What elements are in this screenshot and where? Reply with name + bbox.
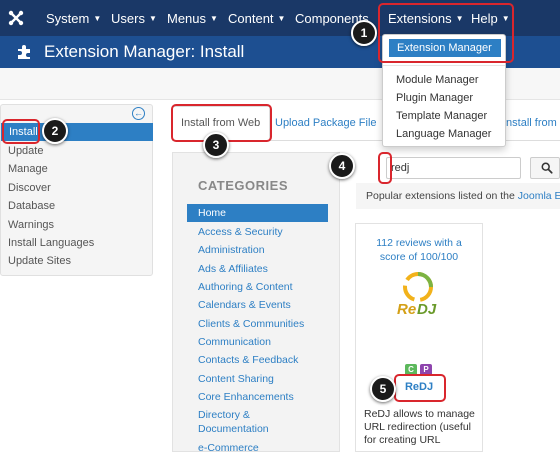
desc-line3: for creating URL: [364, 434, 441, 446]
reviews-line2: score of 100/100: [379, 251, 459, 263]
caret-down-icon: ▼: [277, 14, 286, 23]
callout-4: 4: [329, 153, 355, 179]
sidebar-item-warnings[interactable]: Warnings: [8, 219, 54, 231]
category-content-sharing[interactable]: Content Sharing: [198, 373, 274, 385]
menu-item-template-manager[interactable]: Template Manager: [396, 110, 487, 122]
popular-text: Popular extensions listed on the Joomla …: [366, 190, 560, 202]
joomla-logo-icon[interactable]: [7, 9, 25, 27]
category-ads-affiliates[interactable]: Ads & Affiliates: [198, 263, 268, 275]
sidebar-item-install-languages[interactable]: Install Languages: [8, 237, 94, 249]
nav-users-label: Users: [111, 11, 145, 26]
highlight-search-input: [378, 152, 392, 184]
category-directory-line2[interactable]: Documentation: [198, 423, 269, 435]
search-input[interactable]: [386, 157, 521, 179]
menu-item-language-manager[interactable]: Language Manager: [396, 128, 491, 140]
extension-description: ReDJ allows to manage URL redirection (u…: [364, 408, 480, 447]
sidebar-item-discover[interactable]: Discover: [8, 182, 51, 194]
search-button[interactable]: [530, 157, 560, 179]
popular-text-label: Popular extensions listed on the: [366, 190, 518, 202]
puzzle-icon: [18, 45, 30, 59]
category-ecommerce[interactable]: e-Commerce: [198, 442, 259, 452]
highlight-extension-name: [394, 374, 446, 402]
menu-item-plugin-manager[interactable]: Plugin Manager: [396, 92, 473, 104]
category-core-enhancements[interactable]: Core Enhancements: [198, 391, 294, 403]
reviews-line1: 112 reviews with a: [376, 237, 462, 249]
nav-menus-label: Menus: [167, 11, 207, 26]
tab-upload-package-file[interactable]: Upload Package File: [275, 117, 377, 129]
category-authoring-content[interactable]: Authoring & Content: [198, 281, 293, 293]
category-directory-line1[interactable]: Directory &: [198, 409, 250, 421]
callout-3: 3: [203, 132, 229, 158]
search-icon: [541, 162, 553, 174]
nav-users[interactable]: Users ▼: [111, 11, 157, 26]
category-clients-communities[interactable]: Clients & Communities: [198, 318, 304, 330]
caret-down-icon: ▼: [93, 14, 102, 23]
redj-logo[interactable]: Re DJ: [392, 270, 444, 318]
callout-1: 1: [351, 20, 377, 46]
category-contacts-feedback[interactable]: Contacts & Feedback: [198, 354, 298, 366]
tab-install-from-url[interactable]: Install from U: [503, 117, 560, 129]
sidebar-item-database[interactable]: Database: [8, 200, 55, 212]
sidebar-item-manage[interactable]: Manage: [8, 163, 48, 175]
sidebar-item-update[interactable]: Update: [8, 145, 43, 157]
nav-menus[interactable]: Menus ▼: [167, 11, 218, 26]
callout-2: 2: [42, 118, 68, 144]
desc-line2: URL redirection (useful: [364, 421, 471, 433]
nav-content-label: Content: [228, 11, 274, 26]
sidebar-item-update-sites[interactable]: Update Sites: [8, 255, 71, 267]
popular-extensions-bar: Popular extensions listed on the Joomla …: [356, 183, 560, 209]
logo-text-dj: DJ: [417, 301, 437, 318]
menu-item-module-manager[interactable]: Module Manager: [396, 74, 479, 86]
highlight-extensions-menu: [378, 3, 514, 63]
caret-down-icon: ▼: [148, 14, 157, 23]
callout-5: 5: [370, 376, 396, 402]
menu-divider: [383, 65, 505, 66]
category-calendars-events[interactable]: Calendars & Events: [198, 299, 291, 311]
nav-system-label: System: [46, 11, 90, 26]
nav-content[interactable]: Content ▼: [228, 11, 285, 26]
category-home[interactable]: Home: [187, 204, 328, 222]
logo-text-re: Re: [397, 301, 416, 318]
page-title: Extension Manager: Install: [44, 42, 245, 61]
collapse-arrow-icon[interactable]: ←: [132, 107, 145, 120]
nav-system[interactable]: System ▼: [46, 11, 101, 26]
popular-link[interactable]: Joomla Ext: [518, 190, 560, 202]
highlight-install: [2, 119, 40, 144]
extension-reviews[interactable]: 112 reviews with a score of 100/100: [355, 236, 483, 264]
category-communication[interactable]: Communication: [198, 336, 271, 348]
category-access-security[interactable]: Access & Security: [198, 226, 283, 238]
categories-title: CATEGORIES: [198, 178, 288, 193]
desc-line1: ReDJ allows to manage: [364, 408, 475, 420]
caret-down-icon: ▼: [210, 14, 218, 23]
category-administration[interactable]: Administration: [198, 244, 265, 256]
